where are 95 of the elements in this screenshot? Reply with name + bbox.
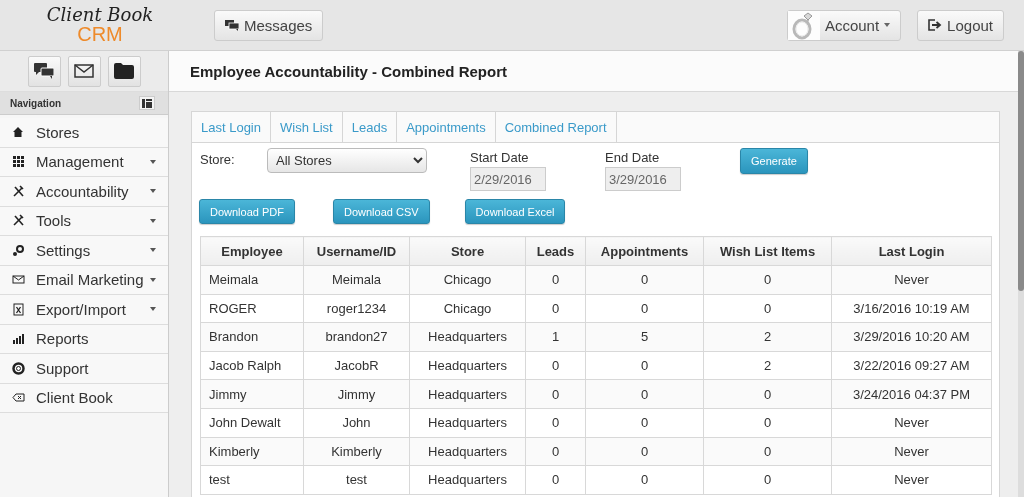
table-cell: Never (831, 465, 992, 495)
mail-button[interactable] (67, 55, 101, 87)
table-cell: roger1234 (303, 294, 410, 323)
table-cell: Headquarters (409, 465, 526, 495)
table-cell: Meimala (200, 265, 304, 295)
messages-button[interactable]: Messages (214, 9, 324, 41)
table-cell: Meimala (303, 265, 410, 295)
table-cell: 2 (703, 351, 832, 380)
table-cell: Chicago (409, 294, 526, 323)
table-cell: John (303, 408, 410, 438)
store-label: Store: (200, 151, 236, 169)
folder-button[interactable] (107, 55, 141, 87)
table-cell: 0 (525, 379, 586, 409)
column-header: Wish List Items (703, 236, 832, 266)
table-cell: Headquarters (409, 379, 526, 409)
table-cell: Headquarters (409, 408, 526, 438)
envelope-icon (74, 64, 94, 78)
column-header: Appointments (585, 236, 704, 266)
table-cell: 0 (703, 294, 832, 323)
logout-button[interactable]: Logout (917, 9, 1004, 41)
caret-icon (884, 23, 891, 27)
logo-text: Client Book (46, 6, 154, 24)
table-cell: Chicago (409, 265, 526, 295)
logo-text: CRM (77, 24, 123, 44)
table-cell: Kimberly (303, 437, 410, 466)
table-cell: 2 (703, 322, 832, 352)
account-button[interactable]: Account (786, 9, 902, 41)
logout-icon (928, 19, 943, 31)
table-cell: Never (831, 408, 992, 438)
folder-icon (114, 63, 134, 79)
table-cell: Jimmy (303, 379, 410, 409)
table-cell: 0 (585, 465, 704, 495)
tools-icon (12, 184, 25, 198)
table-cell: brandon27 (303, 322, 410, 352)
table-cell: 5 (585, 322, 704, 352)
table-cell: test (303, 465, 410, 495)
table-cell: Jacob Ralph (200, 351, 304, 380)
spreadsheet-icon (12, 302, 25, 316)
table-cell: 0 (703, 437, 832, 466)
table-cell: 0 (525, 265, 586, 295)
end-date-label: End Date (605, 150, 661, 165)
chat-icon (34, 63, 54, 79)
store-select[interactable]: All Stores (267, 148, 427, 173)
table-cell: ROGER (200, 294, 304, 323)
table-cell: 0 (585, 265, 704, 295)
tools-icon (12, 214, 25, 228)
table-cell: Never (831, 437, 992, 466)
table-cell: test (200, 465, 304, 495)
table-cell: 0 (525, 437, 586, 466)
table-cell: 3/24/2016 04:37 PM (831, 379, 992, 409)
bar-chart-icon (12, 332, 25, 346)
table-cell: 0 (703, 265, 832, 295)
page-title: Employee Accountability - Combined Report (190, 62, 507, 80)
table-cell: 0 (585, 294, 704, 323)
home-icon (12, 125, 25, 139)
table-cell: Kimberly (200, 437, 304, 466)
table-cell: Headquarters (409, 437, 526, 466)
table-cell: Headquarters (409, 322, 526, 352)
navigation-title: Navigation (10, 97, 62, 109)
grid-icon (12, 155, 25, 169)
table-cell: 1 (525, 322, 586, 352)
column-header: Leads (525, 236, 586, 266)
table-cell: Headquarters (409, 351, 526, 380)
backspace-icon (12, 391, 25, 405)
table-cell: 0 (585, 351, 704, 380)
column-header: Username/ID (303, 236, 410, 266)
table-cell: 0 (703, 379, 832, 409)
column-header: Store (409, 236, 526, 266)
table-cell: Brandon (200, 322, 304, 352)
column-header: Employee (200, 236, 304, 266)
column-header: Last Login (831, 236, 992, 266)
table-cell: 0 (703, 408, 832, 438)
table-cell: 0 (525, 351, 586, 380)
table-cell: 0 (525, 465, 586, 495)
scrollbar[interactable] (1018, 51, 1024, 497)
lifebuoy-icon (12, 361, 25, 375)
table-cell: 0 (585, 379, 704, 409)
table-cell: 0 (703, 465, 832, 495)
table-cell: 0 (525, 408, 586, 438)
collapse-button[interactable] (139, 96, 155, 110)
table-cell: 3/29/2016 10:20 AM (831, 322, 992, 352)
table-cell: 3/22/2016 09:27 AM (831, 351, 992, 380)
chat-icon (225, 19, 239, 31)
envelope-icon (12, 273, 25, 287)
table-cell: Jimmy (200, 379, 304, 409)
sidebar-icon (142, 98, 152, 108)
table-cell: 0 (585, 437, 704, 466)
table-cell: Never (831, 265, 992, 295)
table-cell: 0 (585, 408, 704, 438)
table-cell: 0 (525, 294, 586, 323)
table-cell: John Dewalt (200, 408, 304, 438)
chat-button[interactable] (27, 55, 61, 87)
start-date-label: Start Date (470, 150, 530, 165)
table-cell: 3/16/2016 10:19 AM (831, 294, 992, 323)
table-cell: JacobR (303, 351, 410, 380)
